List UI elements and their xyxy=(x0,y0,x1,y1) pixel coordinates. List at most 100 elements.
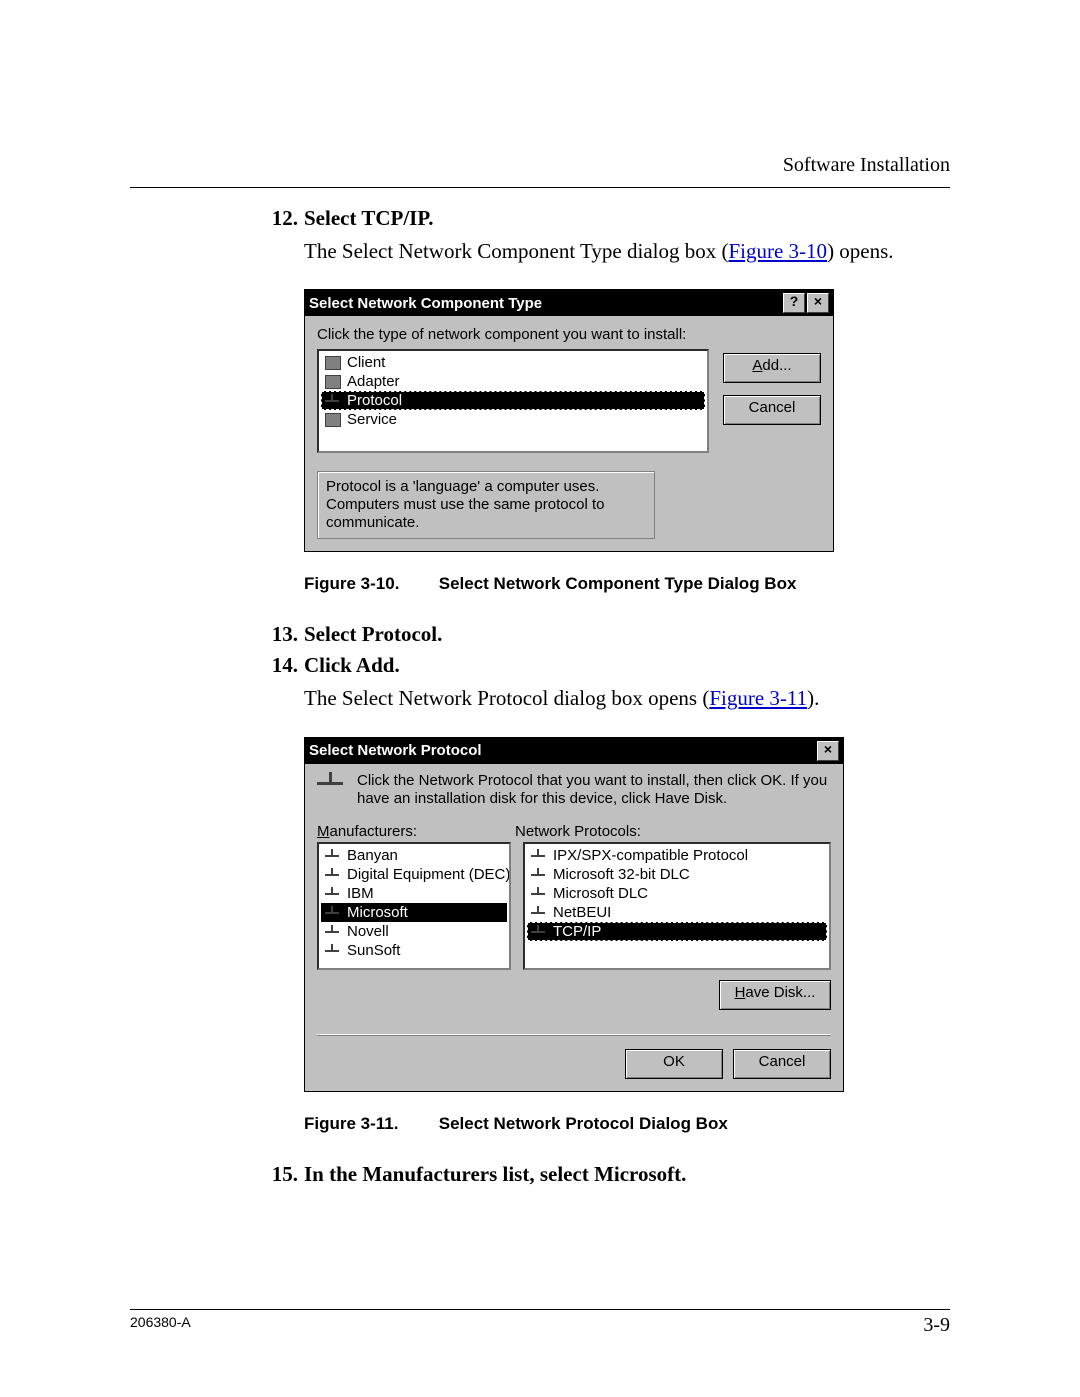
list-item-label: SunSoft xyxy=(347,942,400,959)
select-network-protocol-dialog: Select Network Protocol × Click the Netw… xyxy=(304,737,844,1093)
step-14: 14. Click Add. xyxy=(270,653,950,678)
client-icon xyxy=(325,356,341,370)
close-icon[interactable]: × xyxy=(807,293,829,313)
list-item-label: IPX/SPX-compatible Protocol xyxy=(553,847,748,864)
list-item-label: Adapter xyxy=(347,373,400,390)
adapter-icon xyxy=(325,375,341,389)
footer-rule xyxy=(130,1309,950,1310)
step-14-text: Click Add. xyxy=(304,653,400,678)
list-item[interactable]: Adapter xyxy=(321,372,705,391)
cancel-button[interactable]: Cancel xyxy=(733,1049,831,1079)
list-item[interactable]: SunSoft xyxy=(321,941,507,960)
dlg2-instruction: Click the Network Protocol that you want… xyxy=(357,772,831,810)
ok-button[interactable]: OK xyxy=(625,1049,723,1079)
step-15-text: In the Manufacturers list, select Micros… xyxy=(304,1162,686,1187)
close-icon[interactable]: × xyxy=(817,741,839,761)
list-item[interactable]: Service xyxy=(321,410,705,429)
figure-3-10-label: Figure 3-10. xyxy=(304,574,434,594)
list-item-label: Digital Equipment (DEC) xyxy=(347,866,510,883)
step-13: 13. Select Protocol. xyxy=(270,622,950,647)
list-item[interactable]: Microsoft DLC xyxy=(527,884,827,903)
list-item-label: Microsoft DLC xyxy=(553,885,648,902)
figure-3-11-caption: Figure 3-11. Select Network Protocol Dia… xyxy=(304,1114,950,1134)
help-icon[interactable]: ? xyxy=(783,293,805,313)
figure-3-11-caption-text: Select Network Protocol Dialog Box xyxy=(439,1114,728,1133)
list-item[interactable]: IBM xyxy=(321,884,507,903)
list-item-label: Protocol xyxy=(347,392,402,409)
list-item-label: TCP/IP xyxy=(553,923,601,940)
protocol-icon xyxy=(531,906,547,920)
step-12-desc-pre: The Select Network Component Type dialog… xyxy=(304,239,728,263)
dlg1-instruction: Click the type of network component you … xyxy=(317,326,821,343)
step-14-desc: The Select Network Protocol dialog box o… xyxy=(304,684,950,712)
step-13-number: 13. xyxy=(270,622,298,647)
list-item-label: NetBEUI xyxy=(553,904,611,921)
dlg1-titlebar: Select Network Component Type ? × xyxy=(305,290,833,316)
list-item[interactable]: TCP/IP xyxy=(527,922,827,941)
footer-docid: 206380-A xyxy=(130,1314,191,1337)
network-protocols-listbox[interactable]: IPX/SPX-compatible Protocol Microsoft 32… xyxy=(523,842,831,970)
step-13-text: Select Protocol. xyxy=(304,622,442,647)
protocol-icon xyxy=(325,925,341,939)
step-14-desc-post: ). xyxy=(807,686,819,710)
protocol-icon xyxy=(531,868,547,882)
step-12-desc-post: ) opens. xyxy=(827,239,894,263)
list-item[interactable]: Protocol xyxy=(321,391,705,410)
list-item[interactable]: IPX/SPX-compatible Protocol xyxy=(527,846,827,865)
step-12-text: Select TCP/IP. xyxy=(304,206,434,231)
figure-3-11-link[interactable]: Figure 3-11 xyxy=(709,686,807,710)
list-item-label: Microsoft xyxy=(347,904,408,921)
figure-3-10-caption: Figure 3-10. Select Network Component Ty… xyxy=(304,574,950,594)
dlg2-titlebar: Select Network Protocol × xyxy=(305,738,843,764)
manufacturers-listbox[interactable]: Banyan Digital Equipment (DEC) IBM xyxy=(317,842,511,970)
step-12: 12. Select TCP/IP. xyxy=(270,206,950,231)
select-network-component-type-dialog: Select Network Component Type ? × Click … xyxy=(304,289,834,552)
dlg1-description: Protocol is a 'language' a computer uses… xyxy=(317,471,655,539)
protocol-icon xyxy=(325,906,341,920)
service-icon xyxy=(325,413,341,427)
list-item[interactable]: Microsoft 32-bit DLC xyxy=(527,865,827,884)
list-item-label: IBM xyxy=(347,885,374,902)
step-15-number: 15. xyxy=(270,1162,298,1187)
protocol-icon xyxy=(325,944,341,958)
figure-3-10-caption-text: Select Network Component Type Dialog Box xyxy=(439,574,797,593)
dlg2-title: Select Network Protocol xyxy=(309,742,815,759)
list-item-label: Microsoft 32-bit DLC xyxy=(553,866,690,883)
have-disk-button[interactable]: Have Disk... xyxy=(719,980,831,1010)
list-item[interactable]: Novell xyxy=(321,922,507,941)
list-item-label: Banyan xyxy=(347,847,398,864)
add-button[interactable]: Add... xyxy=(723,353,821,383)
list-item-label: Service xyxy=(347,411,397,428)
list-item[interactable]: Banyan xyxy=(321,846,507,865)
list-item-label: Client xyxy=(347,354,385,371)
list-item[interactable]: Client xyxy=(321,353,705,372)
header-rule xyxy=(130,187,950,188)
protocol-icon xyxy=(531,925,547,939)
list-item-label: Novell xyxy=(347,923,389,940)
manufacturers-label: Manufacturers: xyxy=(317,823,503,840)
protocol-icon xyxy=(317,772,345,796)
protocol-icon xyxy=(325,394,341,408)
cancel-button[interactable]: Cancel xyxy=(723,395,821,425)
network-protocols-label: Network Protocols: xyxy=(515,823,641,840)
step-12-desc: The Select Network Component Type dialog… xyxy=(304,237,950,265)
page-footer: 206380-A 3-9 xyxy=(130,1301,950,1337)
figure-3-10-link[interactable]: Figure 3-10 xyxy=(728,239,827,263)
protocol-icon xyxy=(325,887,341,901)
footer-page-number: 3-9 xyxy=(923,1314,950,1337)
list-item[interactable]: NetBEUI xyxy=(527,903,827,922)
step-12-number: 12. xyxy=(270,206,298,231)
protocol-icon xyxy=(325,849,341,863)
step-14-number: 14. xyxy=(270,653,298,678)
protocol-icon xyxy=(325,868,341,882)
page-header-section: Software Installation xyxy=(130,64,950,187)
dlg1-title: Select Network Component Type xyxy=(309,295,781,312)
protocol-icon xyxy=(531,887,547,901)
protocol-icon xyxy=(531,849,547,863)
figure-3-11-label: Figure 3-11. xyxy=(304,1114,434,1134)
step-14-desc-pre: The Select Network Protocol dialog box o… xyxy=(304,686,709,710)
component-type-listbox[interactable]: Client Adapter Protocol Service xyxy=(317,349,709,453)
list-item[interactable]: Digital Equipment (DEC) xyxy=(321,865,507,884)
list-item[interactable]: Microsoft xyxy=(321,903,507,922)
step-15: 15. In the Manufacturers list, select Mi… xyxy=(270,1162,950,1187)
